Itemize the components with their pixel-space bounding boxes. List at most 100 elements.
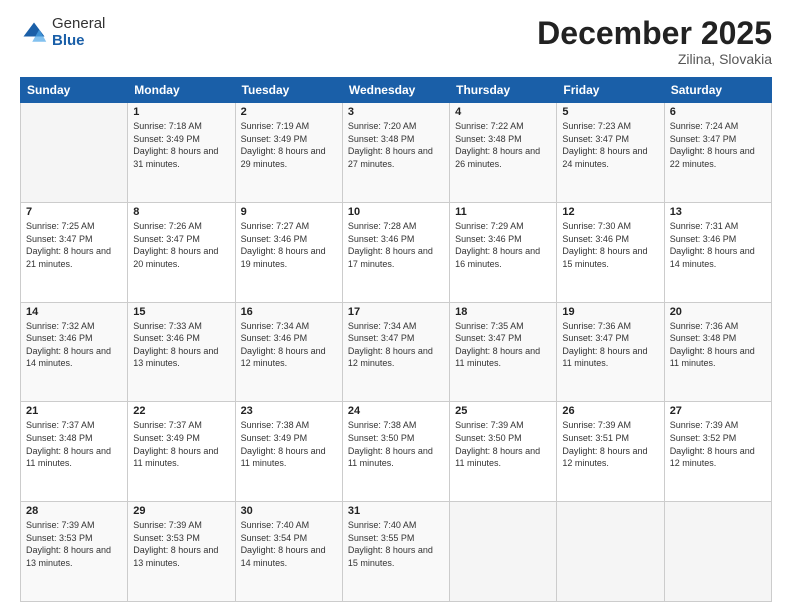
- day-info: Sunrise: 7:34 AMSunset: 3:47 PMDaylight:…: [348, 321, 433, 369]
- calendar-page: General Blue December 2025 Zilina, Slova…: [0, 0, 792, 612]
- day-info: Sunrise: 7:24 AMSunset: 3:47 PMDaylight:…: [670, 121, 755, 169]
- day-number: 21: [26, 405, 122, 417]
- logo-icon: [20, 19, 48, 47]
- day-number: 10: [348, 206, 444, 218]
- calendar-cell: 26Sunrise: 7:39 AMSunset: 3:51 PMDayligh…: [557, 402, 664, 502]
- calendar-cell: 30 Sunrise: 7:40 AMSunset: 3:54 PMDayligh…: [235, 502, 342, 602]
- calendar-cell: 16Sunrise: 7:34 AMSunset: 3:46 PMDayligh…: [235, 302, 342, 402]
- calendar-cell: 22 Sunrise: 7:37 AMSunset: 3:49 PMDayligh…: [128, 402, 235, 502]
- day-number: 16: [241, 306, 337, 318]
- day-number: 20: [670, 306, 766, 318]
- day-info: Sunrise: 7:37 AMSunset: 3:48 PMDaylight:…: [26, 420, 111, 468]
- day-number: 25: [455, 405, 551, 417]
- day-number: 7: [26, 206, 122, 218]
- day-info: Sunrise: 7:39 AMSunset: 3:53 PMDaylight:…: [133, 520, 218, 568]
- day-number: 1: [133, 106, 229, 118]
- logo-blue-text: Blue: [52, 33, 105, 50]
- calendar-cell: 8 Sunrise: 7:26 AMSunset: 3:47 PMDaylight…: [128, 202, 235, 302]
- calendar-cell: 28 Sunrise: 7:39 AMSunset: 3:53 PMDayligh…: [21, 502, 128, 602]
- day-number: 9: [241, 206, 337, 218]
- day-info: Sunrise: 7:39 AMSunset: 3:51 PMDaylight:…: [562, 420, 647, 468]
- calendar-week-1: 7Sunrise: 7:25 AMSunset: 3:47 PMDaylight…: [21, 202, 772, 302]
- day-number: 22: [133, 405, 229, 417]
- header-wednesday: Wednesday: [342, 78, 449, 103]
- day-number: 27: [670, 405, 766, 417]
- day-info: Sunrise: 7:35 AMSunset: 3:47 PMDaylight:…: [455, 321, 540, 369]
- calendar-cell: 13 Sunrise: 7:31 AMSunset: 3:46 PMDayligh…: [664, 202, 771, 302]
- day-info: Sunrise: 7:20 AMSunset: 3:48 PMDaylight:…: [348, 121, 433, 169]
- header-friday: Friday: [557, 78, 664, 103]
- calendar-cell: 24 Sunrise: 7:38 AMSunset: 3:50 PMDayligh…: [342, 402, 449, 502]
- header-tuesday: Tuesday: [235, 78, 342, 103]
- calendar-week-3: 21 Sunrise: 7:37 AMSunset: 3:48 PMDayligh…: [21, 402, 772, 502]
- calendar-cell: 18Sunrise: 7:35 AMSunset: 3:47 PMDayligh…: [450, 302, 557, 402]
- day-info: Sunrise: 7:39 AMSunset: 3:52 PMDaylight:…: [670, 420, 755, 468]
- day-number: 23: [241, 405, 337, 417]
- calendar-week-2: 14 Sunrise: 7:32 AMSunset: 3:46 PMDayligh…: [21, 302, 772, 402]
- calendar-cell: 6 Sunrise: 7:24 AMSunset: 3:47 PMDaylight…: [664, 103, 771, 203]
- calendar-week-0: 1 Sunrise: 7:18 AMSunset: 3:49 PMDaylight…: [21, 103, 772, 203]
- calendar-cell: [664, 502, 771, 602]
- day-info: Sunrise: 7:32 AMSunset: 3:46 PMDaylight:…: [26, 321, 111, 369]
- calendar-cell: 5 Sunrise: 7:23 AMSunset: 3:47 PMDaylight…: [557, 103, 664, 203]
- calendar-cell: 19 Sunrise: 7:36 AMSunset: 3:47 PMDayligh…: [557, 302, 664, 402]
- calendar-table: SundayMondayTuesdayWednesdayThursdayFrid…: [20, 77, 772, 602]
- day-number: 4: [455, 106, 551, 118]
- day-number: 8: [133, 206, 229, 218]
- day-info: Sunrise: 7:36 AMSunset: 3:48 PMDaylight:…: [670, 321, 755, 369]
- day-number: 12: [562, 206, 658, 218]
- day-info: Sunrise: 7:26 AMSunset: 3:47 PMDaylight:…: [133, 221, 218, 269]
- day-number: 6: [670, 106, 766, 118]
- calendar-cell: 17 Sunrise: 7:34 AMSunset: 3:47 PMDayligh…: [342, 302, 449, 402]
- calendar-cell: 25Sunrise: 7:39 AMSunset: 3:50 PMDayligh…: [450, 402, 557, 502]
- calendar-cell: [557, 502, 664, 602]
- day-number: 3: [348, 106, 444, 118]
- day-info: Sunrise: 7:37 AMSunset: 3:49 PMDaylight:…: [133, 420, 218, 468]
- day-info: Sunrise: 7:38 AMSunset: 3:49 PMDaylight:…: [241, 420, 326, 468]
- calendar-cell: 11Sunrise: 7:29 AMSunset: 3:46 PMDayligh…: [450, 202, 557, 302]
- day-info: Sunrise: 7:40 AMSunset: 3:55 PMDaylight:…: [348, 520, 433, 568]
- calendar-cell: 20 Sunrise: 7:36 AMSunset: 3:48 PMDayligh…: [664, 302, 771, 402]
- header: General Blue December 2025 Zilina, Slova…: [20, 16, 772, 67]
- day-number: 5: [562, 106, 658, 118]
- calendar-cell: [21, 103, 128, 203]
- day-info: Sunrise: 7:33 AMSunset: 3:46 PMDaylight:…: [133, 321, 218, 369]
- day-number: 28: [26, 505, 122, 517]
- calendar-cell: 12Sunrise: 7:30 AMSunset: 3:46 PMDayligh…: [557, 202, 664, 302]
- calendar-cell: 15 Sunrise: 7:33 AMSunset: 3:46 PMDayligh…: [128, 302, 235, 402]
- day-info: Sunrise: 7:18 AMSunset: 3:49 PMDaylight:…: [133, 121, 218, 169]
- calendar-cell: 3 Sunrise: 7:20 AMSunset: 3:48 PMDaylight…: [342, 103, 449, 203]
- day-info: Sunrise: 7:23 AMSunset: 3:47 PMDaylight:…: [562, 121, 647, 169]
- calendar-cell: 21 Sunrise: 7:37 AMSunset: 3:48 PMDayligh…: [21, 402, 128, 502]
- day-info: Sunrise: 7:29 AMSunset: 3:46 PMDaylight:…: [455, 221, 540, 269]
- calendar-cell: 14 Sunrise: 7:32 AMSunset: 3:46 PMDayligh…: [21, 302, 128, 402]
- logo-general-text: General: [52, 16, 105, 33]
- day-info: Sunrise: 7:19 AMSunset: 3:49 PMDaylight:…: [241, 121, 326, 169]
- day-info: Sunrise: 7:36 AMSunset: 3:47 PMDaylight:…: [562, 321, 647, 369]
- calendar-cell: 4 Sunrise: 7:22 AMSunset: 3:48 PMDaylight…: [450, 103, 557, 203]
- logo: General Blue: [20, 16, 105, 49]
- day-number: 14: [26, 306, 122, 318]
- day-info: Sunrise: 7:39 AMSunset: 3:53 PMDaylight:…: [26, 520, 111, 568]
- day-info: Sunrise: 7:40 AMSunset: 3:54 PMDaylight:…: [241, 520, 326, 568]
- calendar-week-4: 28 Sunrise: 7:39 AMSunset: 3:53 PMDayligh…: [21, 502, 772, 602]
- day-number: 30: [241, 505, 337, 517]
- day-info: Sunrise: 7:27 AMSunset: 3:46 PMDaylight:…: [241, 221, 326, 269]
- header-thursday: Thursday: [450, 78, 557, 103]
- day-number: 13: [670, 206, 766, 218]
- calendar-cell: 2Sunrise: 7:19 AMSunset: 3:49 PMDaylight…: [235, 103, 342, 203]
- day-number: 29: [133, 505, 229, 517]
- month-title: December 2025: [537, 16, 772, 51]
- calendar-cell: 7Sunrise: 7:25 AMSunset: 3:47 PMDaylight…: [21, 202, 128, 302]
- header-sunday: Sunday: [21, 78, 128, 103]
- day-number: 24: [348, 405, 444, 417]
- day-info: Sunrise: 7:28 AMSunset: 3:46 PMDaylight:…: [348, 221, 433, 269]
- day-number: 17: [348, 306, 444, 318]
- title-block: December 2025 Zilina, Slovakia: [537, 16, 772, 67]
- calendar-cell: 23 Sunrise: 7:38 AMSunset: 3:49 PMDayligh…: [235, 402, 342, 502]
- day-number: 19: [562, 306, 658, 318]
- day-info: Sunrise: 7:38 AMSunset: 3:50 PMDaylight:…: [348, 420, 433, 468]
- day-info: Sunrise: 7:22 AMSunset: 3:48 PMDaylight:…: [455, 121, 540, 169]
- day-info: Sunrise: 7:31 AMSunset: 3:46 PMDaylight:…: [670, 221, 755, 269]
- day-number: 15: [133, 306, 229, 318]
